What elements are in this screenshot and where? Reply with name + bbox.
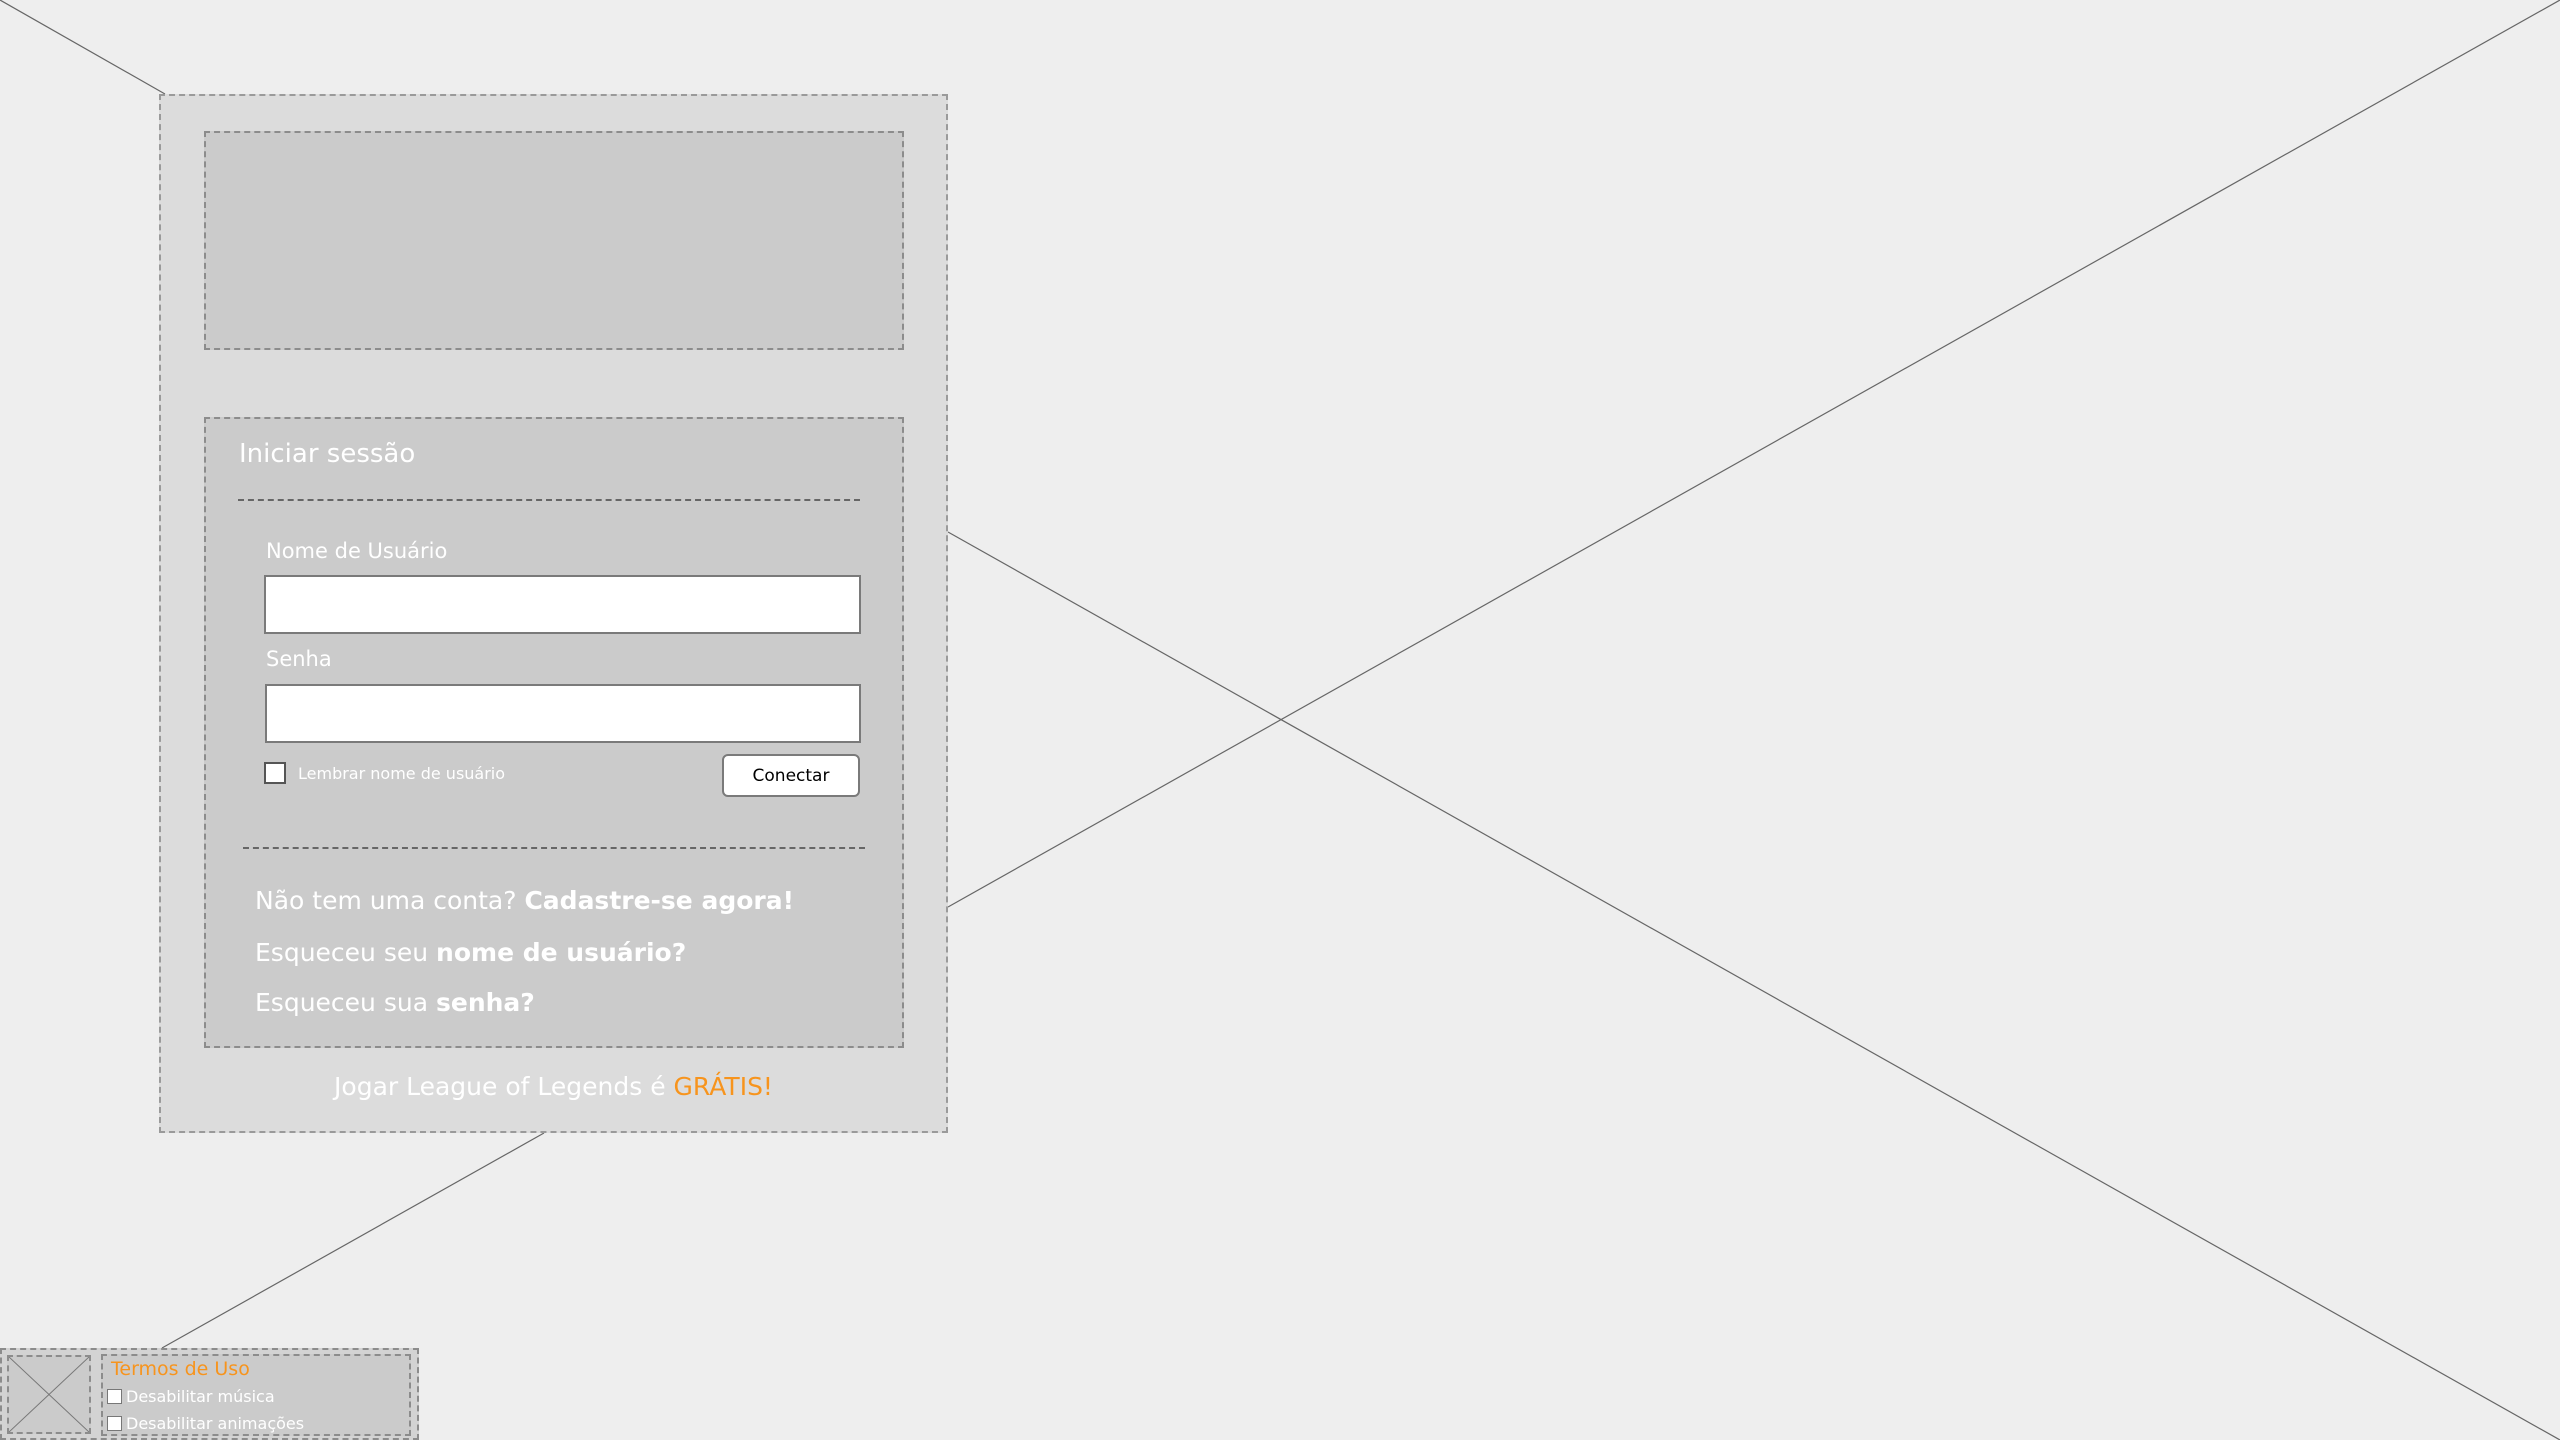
signup-link[interactable]: Cadastre-se agora!: [524, 886, 794, 915]
login-panel: Iniciar sessão Nome de Usuário Senha Lem…: [159, 94, 948, 1133]
signup-line: Não tem uma conta? Cadastre-se agora!: [255, 886, 794, 915]
disable-animations-checkbox[interactable]: [107, 1416, 122, 1431]
password-label: Senha: [266, 647, 332, 671]
terms-of-use-link[interactable]: Termos de Uso: [111, 1358, 250, 1380]
banner-image-placeholder: [204, 131, 904, 350]
remember-username-checkbox[interactable]: [264, 762, 286, 784]
forgot-password-link[interactable]: senha?: [436, 988, 535, 1017]
login-box: Iniciar sessão Nome de Usuário Senha Lem…: [204, 417, 904, 1048]
no-account-text: Não tem uma conta?: [255, 886, 517, 915]
forgot-password-text: Esqueceu sua: [255, 988, 429, 1017]
disable-animations-label: Desabilitar animações: [126, 1414, 305, 1433]
disable-music-option[interactable]: Desabilitar música: [107, 1387, 275, 1406]
forgot-username-line: Esqueceu seu nome de usuário?: [255, 938, 686, 967]
username-label: Nome de Usuário: [266, 539, 448, 563]
remember-username-option[interactable]: Lembrar nome de usuário: [264, 762, 505, 784]
connect-button[interactable]: Conectar: [722, 754, 860, 797]
divider: [238, 499, 860, 501]
disable-music-label: Desabilitar música: [126, 1387, 275, 1406]
image-placeholder-icon: [9, 1357, 89, 1432]
login-title: Iniciar sessão: [239, 439, 416, 469]
forgot-username-link[interactable]: nome de usuário?: [436, 938, 686, 967]
remember-username-label: Lembrar nome de usuário: [298, 763, 506, 783]
free-to-play-banner: Jogar League of Legends é GRÁTIS!: [161, 1072, 946, 1101]
forgot-username-text: Esqueceu seu: [255, 938, 429, 967]
disable-animations-option[interactable]: Desabilitar animações: [107, 1414, 304, 1433]
footer-options-panel: Termos de Uso Desabilitar música Desabil…: [101, 1354, 411, 1436]
username-input[interactable]: [264, 575, 861, 634]
forgot-password-line: Esqueceu sua senha?: [255, 988, 535, 1017]
free-to-play-text: Jogar League of Legends é: [334, 1072, 666, 1101]
password-input[interactable]: [265, 684, 861, 743]
divider: [243, 847, 865, 849]
free-to-play-accent: GRÁTIS!: [673, 1072, 773, 1101]
footer-bar: Termos de Uso Desabilitar música Desabil…: [0, 1348, 419, 1440]
disable-music-checkbox[interactable]: [107, 1389, 122, 1404]
footer-image-placeholder: [7, 1355, 91, 1434]
login-screen: Iniciar sessão Nome de Usuário Senha Lem…: [0, 0, 2560, 1440]
